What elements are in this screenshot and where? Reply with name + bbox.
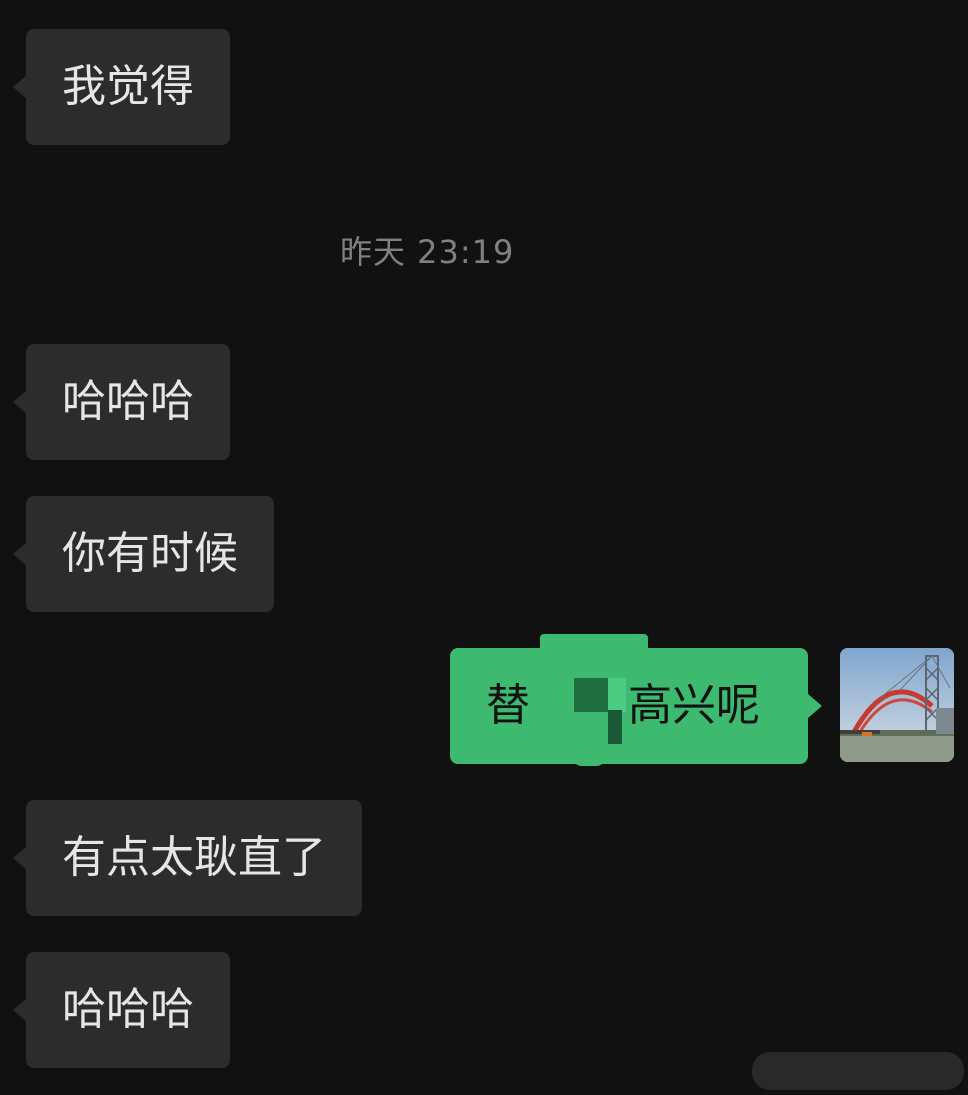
message-text-part: 替 — [486, 680, 530, 731]
message-bubble-incoming[interactable]: 哈哈哈 — [13, 344, 230, 460]
message-bubble-incoming[interactable]: 哈哈哈 — [13, 952, 230, 1068]
message-timestamp: 昨天 23:19 — [340, 233, 515, 271]
message-bubble-incoming[interactable]: 有点太耿直了 — [13, 800, 362, 916]
message-text: 哈哈哈 — [62, 376, 194, 427]
blurred-watermark — [752, 1052, 964, 1090]
bridge-photo-avatar-icon[interactable] — [840, 648, 954, 762]
message-text-part: 高兴呢 — [628, 680, 760, 731]
message-bubble-incoming[interactable]: 你有时候 — [13, 496, 274, 612]
message-text: 你有时候 — [62, 528, 238, 579]
message-text: 有点太耿直了 — [62, 832, 326, 883]
message-bubble-incoming[interactable]: 我觉得 — [13, 29, 230, 145]
pixelated-redaction-icon — [574, 678, 634, 744]
message-text: 哈哈哈 — [62, 984, 194, 1035]
message-text: 我觉得 — [62, 61, 194, 112]
chat-window[interactable]: 我觉得 昨天 23:19 哈哈哈 你有时候 替 高兴呢 有点太耿直了 哈哈哈 — [0, 0, 968, 1095]
message-bubble-outgoing[interactable]: 替 高兴呢 — [450, 648, 822, 764]
